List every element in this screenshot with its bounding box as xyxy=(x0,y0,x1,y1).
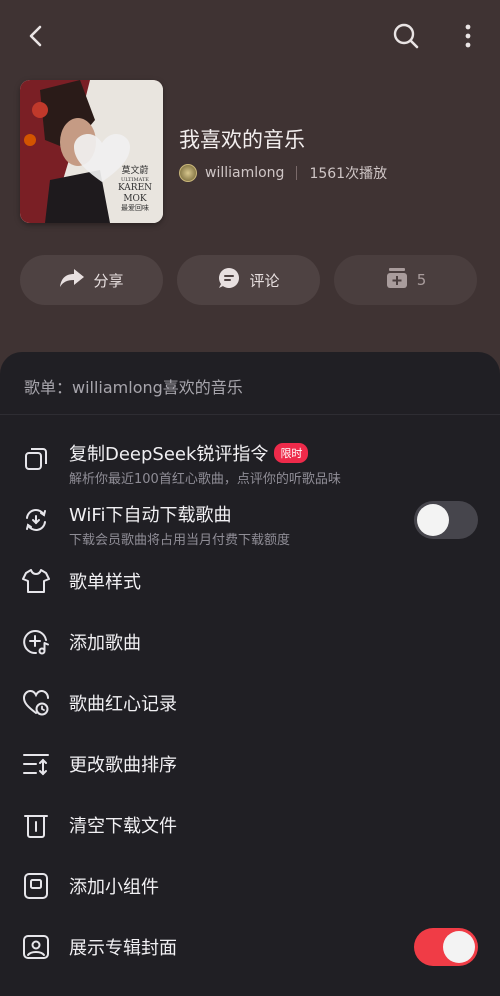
sheet-header: 歌单：williamlong喜欢的音乐 xyxy=(24,378,243,397)
menu-item-subtitle: 解析你最近100首红心歌曲，点评你的听歌品味 xyxy=(69,472,341,487)
auto-download-icon xyxy=(22,506,50,534)
divider xyxy=(0,414,500,415)
tshirt-icon xyxy=(22,567,50,595)
menu-item-label: 歌单样式 xyxy=(69,571,141,593)
comment-label: 评论 xyxy=(249,271,280,290)
menu-item-label: 更改歌曲排序 xyxy=(69,754,177,776)
limited-badge: 限时 xyxy=(274,443,309,463)
add-list-icon xyxy=(385,266,409,294)
wifi-download-toggle[interactable] xyxy=(414,500,478,539)
menu-item-wifi-download[interactable]: WiFi下自动下载歌曲 下载会员歌曲将占用当月付费下载额度 xyxy=(0,489,500,550)
menu-item-label: 展示专辑封面 xyxy=(69,937,177,959)
menu-item-add-song[interactable]: 添加歌曲 xyxy=(0,611,500,672)
playlist-title: 我喜欢的音乐 xyxy=(179,128,305,152)
image-icon xyxy=(22,933,50,961)
add-count: 5 xyxy=(416,271,427,289)
more-icon[interactable] xyxy=(452,20,484,52)
menu-item-label: 歌曲红心记录 xyxy=(69,693,177,715)
trash-icon xyxy=(22,811,50,839)
comment-button[interactable]: 评论 xyxy=(177,255,320,305)
play-count: 1561次播放 xyxy=(309,166,388,182)
cover-text: 莫文蔚 ULTIMATE KAREN MOK 最爱回味 xyxy=(117,166,153,213)
heart-clock-icon xyxy=(22,689,50,717)
comment-icon xyxy=(217,266,241,294)
avatar[interactable] xyxy=(179,164,197,182)
share-icon xyxy=(59,268,85,292)
add-music-icon xyxy=(22,628,50,656)
playlist-owner-row[interactable]: williamlong 1561次播放 xyxy=(179,163,387,183)
widget-icon xyxy=(22,872,50,900)
menu-item-label: 清空下载文件 xyxy=(69,815,177,837)
menu-item-subtitle: 下载会员歌曲将占用当月付费下载额度 xyxy=(69,533,291,548)
sort-icon xyxy=(22,750,50,778)
search-icon[interactable] xyxy=(390,20,422,52)
menu-item-label: 添加小组件 xyxy=(69,876,159,898)
menu-item-label: 复制DeepSeek锐评指令 限时 xyxy=(69,440,309,466)
album-cover[interactable]: 莫文蔚 ULTIMATE KAREN MOK 最爱回味 xyxy=(20,80,163,223)
back-icon[interactable] xyxy=(20,20,52,52)
options-sheet: 歌单：williamlong喜欢的音乐 复制DeepSeek锐评指令 限时 解析你… xyxy=(0,352,500,996)
share-button[interactable]: 分享 xyxy=(20,255,163,305)
action-buttons: 分享 评论 5 xyxy=(20,255,477,305)
copy-icon xyxy=(22,445,50,473)
top-bar xyxy=(0,0,500,72)
menu-item-heart-history[interactable]: 歌曲红心记录 xyxy=(0,672,500,733)
menu-item-add-widget[interactable]: 添加小组件 xyxy=(0,855,500,916)
menu-item-label: WiFi下自动下载歌曲 xyxy=(69,505,232,526)
owner-name[interactable]: williamlong xyxy=(205,165,284,181)
menu-item-playlist-style[interactable]: 歌单样式 xyxy=(0,550,500,611)
divider xyxy=(296,166,298,180)
menu-item-deepseek[interactable]: 复制DeepSeek锐评指令 限时 解析你最近100首红心歌曲，点评你的听歌品味 xyxy=(0,428,500,489)
menu-item-label: 添加歌曲 xyxy=(69,632,141,654)
share-label: 分享 xyxy=(93,271,124,290)
show-cover-toggle[interactable] xyxy=(414,927,478,966)
toggle-knob xyxy=(417,503,449,536)
menu-item-show-cover[interactable]: 展示专辑封面 xyxy=(0,916,500,977)
add-to-playlist-button[interactable]: 5 xyxy=(334,255,477,305)
menu-item-sort[interactable]: 更改歌曲排序 xyxy=(0,733,500,794)
menu-item-clear-downloads[interactable]: 清空下载文件 xyxy=(0,794,500,855)
toggle-knob xyxy=(443,930,475,963)
